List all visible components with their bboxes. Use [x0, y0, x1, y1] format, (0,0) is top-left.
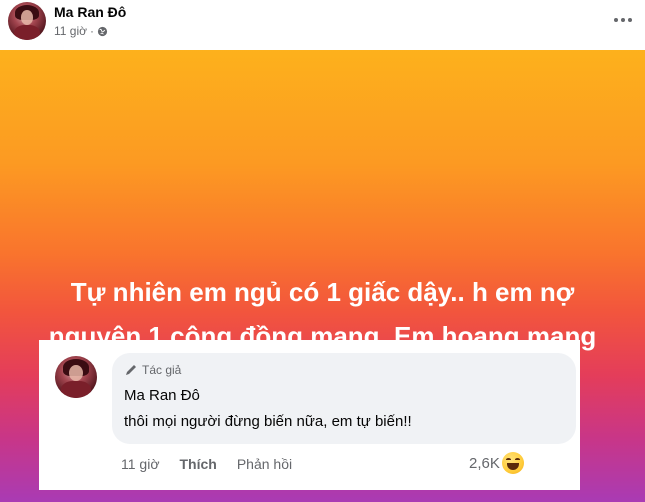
meta-separator: · [90, 24, 94, 38]
author-badge: Tác giả [124, 363, 181, 377]
comment-text: thôi mọi người đừng biến nữa, em tự biến… [124, 413, 412, 430]
post-time[interactable]: 11 giờ [54, 24, 87, 38]
reaction-summary[interactable]: 2,6K [469, 452, 524, 474]
author-name[interactable]: Ma Ran Đô [54, 4, 126, 20]
reaction-count: 2,6K [469, 454, 500, 472]
more-options-button[interactable] [611, 10, 635, 30]
author-avatar[interactable] [8, 2, 46, 40]
more-dots-icon [614, 18, 618, 22]
comment-avatar[interactable] [55, 356, 97, 398]
reply-button[interactable]: Phản hồi [237, 456, 292, 472]
comment-time[interactable]: 11 giờ [121, 456, 160, 472]
haha-emoji [501, 452, 524, 474]
comment-author[interactable]: Ma Ran Đô [124, 387, 200, 404]
post-header: Ma Ran Đô 11 giờ · [0, 0, 645, 50]
like-button[interactable]: Thích [180, 456, 217, 472]
author-badge-label: Tác giả [142, 363, 182, 377]
comment-bubble: Tác giả Ma Ran Đô thôi mọi người đừng bi… [112, 353, 576, 444]
globe-icon[interactable] [97, 26, 108, 37]
comment-actions: 11 giờ Thích Phản hồi [121, 456, 292, 472]
pencil-icon [126, 365, 136, 375]
post-meta: 11 giờ · [54, 24, 108, 38]
comment-card: Tác giả Ma Ran Đô thôi mọi người đừng bi… [39, 340, 580, 490]
